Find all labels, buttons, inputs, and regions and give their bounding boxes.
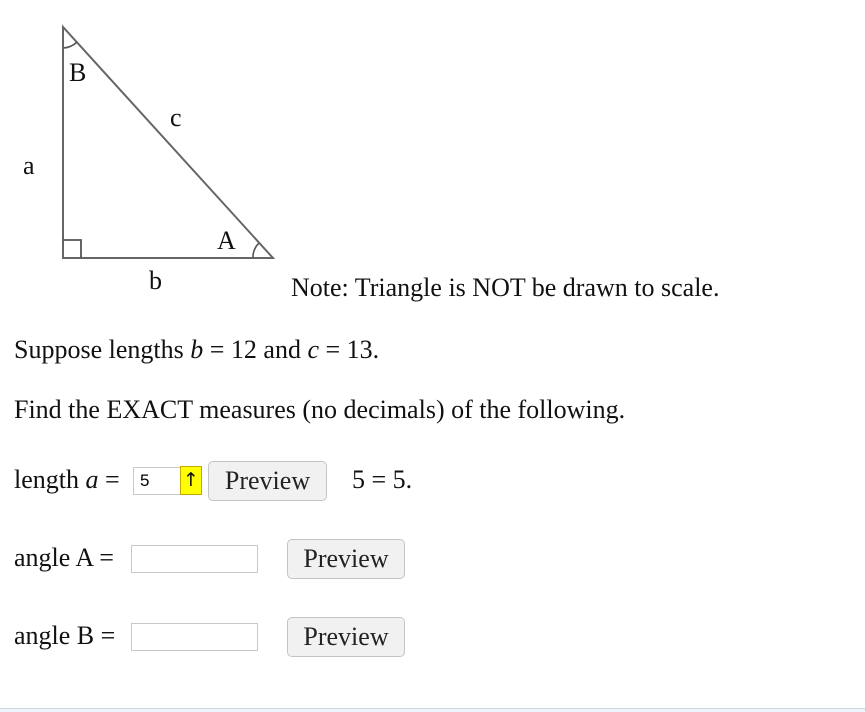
vertex-label-A: A [217, 226, 236, 255]
angle-B-input[interactable] [131, 623, 258, 651]
given-var-c: c [307, 335, 319, 364]
length-a-eq: = [98, 465, 120, 494]
side-label-a: a [23, 151, 35, 180]
length-a-prefix: length [14, 465, 86, 494]
instruction-text: Find the EXACT measures (no decimals) of… [14, 395, 626, 424]
given-eq-c: = 13. [318, 335, 380, 364]
side-label-c: c [170, 103, 182, 132]
length-a-label: length a = [14, 465, 120, 495]
angle-A-label: angle A = [14, 543, 114, 572]
length-a-var: a [85, 465, 99, 494]
length-a-input[interactable] [133, 467, 181, 495]
right-angle-marker [63, 239, 82, 258]
triangle-outline [62, 24, 276, 259]
given-var-b: b [190, 335, 204, 364]
preview-button-angle-B[interactable]: Preview [287, 617, 405, 657]
angle-A-input[interactable] [131, 545, 258, 573]
triangle-figure: B c a A b [13, 10, 284, 297]
angle-A-arc [252, 242, 260, 259]
length-a-preview-result: 5 = 5. [352, 465, 413, 494]
given-eq-b: = 12 and [203, 335, 308, 364]
preview-button-length-a[interactable]: Preview [208, 461, 327, 501]
scale-note: Note: Triangle is NOT be drawn to scale. [291, 273, 720, 302]
angle-B-arc [62, 41, 78, 49]
preview-button-angle-A[interactable]: Preview [287, 539, 405, 579]
problem-page: B c a A b Note: Triangle is NOT be drawn… [0, 0, 865, 708]
given-statement: Suppose lengths b = 12 and c = 13. [14, 335, 379, 365]
answer-warning-arrow-icon[interactable]: ↑ [180, 466, 202, 495]
side-label-b: b [149, 266, 162, 295]
vertex-label-B: B [69, 58, 87, 87]
angle-B-label: angle B = [14, 621, 116, 650]
page-bottom-divider [0, 708, 865, 709]
given-prefix: Suppose lengths [14, 335, 191, 364]
triangle-drawing [62, 24, 276, 259]
